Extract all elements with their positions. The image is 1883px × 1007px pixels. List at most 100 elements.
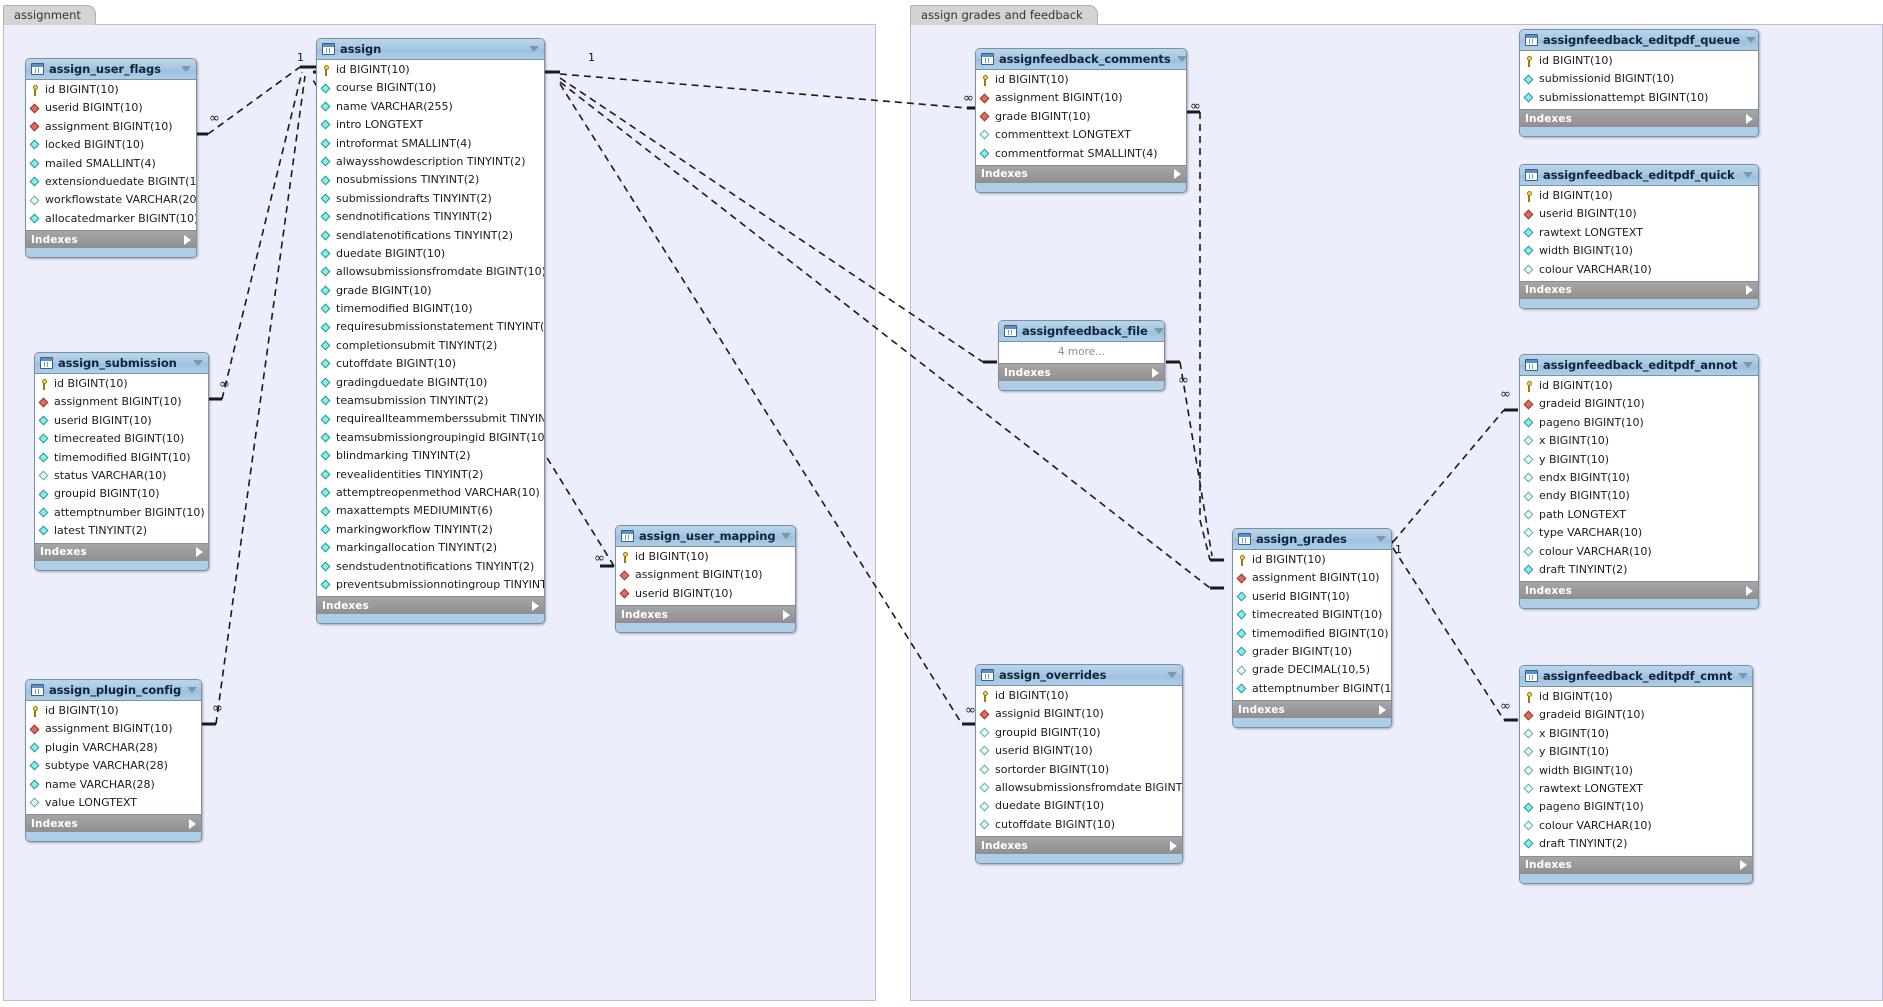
column-row[interactable]: assignment BIGINT(10) — [616, 566, 795, 584]
chevron-down-icon[interactable] — [181, 66, 191, 72]
collapsed-columns-label[interactable]: 4 more... — [999, 343, 1164, 361]
column-row[interactable]: id BIGINT(10) — [616, 548, 795, 566]
column-row[interactable]: draft TINYINT(2) — [1520, 835, 1752, 853]
column-row[interactable]: subtype VARCHAR(28) — [26, 757, 201, 775]
column-row[interactable]: requireallteammemberssubmit TINYINT(2) — [317, 410, 544, 428]
table-header[interactable]: assignfeedback_editpdf_queue — [1520, 30, 1758, 51]
indexes-row[interactable]: Indexes — [1520, 855, 1752, 874]
column-row[interactable]: assignment BIGINT(10) — [26, 720, 201, 738]
table-assignfeedback_editpdf_cmnt[interactable]: assignfeedback_editpdf_cmnt id BIGINT(10… — [1519, 665, 1753, 884]
column-row[interactable]: id BIGINT(10) — [1233, 551, 1391, 569]
column-row[interactable]: y BIGINT(10) — [1520, 743, 1752, 761]
column-row[interactable]: grader BIGINT(10) — [1233, 643, 1391, 661]
table-assign_user_mapping[interactable]: assign_user_mapping id BIGINT(10) assignm… — [615, 525, 796, 634]
column-row[interactable]: submissionid BIGINT(10) — [1520, 70, 1758, 88]
chevron-down-icon[interactable] — [781, 533, 792, 539]
column-row[interactable]: grade BIGINT(10) — [976, 108, 1186, 126]
column-row[interactable]: assignment BIGINT(10) — [35, 393, 208, 411]
column-row[interactable]: revealidentities TINYINT(2) — [317, 466, 544, 484]
column-row[interactable]: userid BIGINT(10) — [35, 412, 208, 430]
table-assignfeedback_file[interactable]: assignfeedback_file 4 more... Indexes — [998, 320, 1165, 391]
expand-arrow-icon[interactable] — [1740, 860, 1747, 871]
column-row[interactable]: assignid BIGINT(10) — [976, 705, 1182, 723]
column-row[interactable]: endx BIGINT(10) — [1520, 469, 1758, 487]
table-header[interactable]: assign_user_flags — [26, 59, 196, 80]
expand-arrow-icon[interactable] — [1170, 840, 1177, 851]
column-row[interactable]: id BIGINT(10) — [1520, 52, 1758, 70]
chevron-down-icon[interactable] — [529, 46, 539, 52]
column-row[interactable]: gradeid BIGINT(10) — [1520, 706, 1752, 724]
column-row[interactable]: gradeid BIGINT(10) — [1520, 395, 1758, 413]
column-row[interactable]: userid BIGINT(10) — [1520, 205, 1758, 223]
table-header[interactable]: assignfeedback_comments — [976, 49, 1186, 70]
column-row[interactable]: assignment BIGINT(10) — [26, 118, 196, 136]
column-row[interactable]: id BIGINT(10) — [26, 81, 196, 99]
table-assignfeedback_comments[interactable]: assignfeedback_comments id BIGINT(10) ass… — [975, 48, 1187, 193]
column-row[interactable]: name VARCHAR(255) — [317, 98, 544, 116]
column-row[interactable]: type VARCHAR(10) — [1520, 524, 1758, 542]
column-row[interactable]: id BIGINT(10) — [1520, 688, 1752, 706]
column-row[interactable]: attemptnumber BIGINT(10) — [35, 504, 208, 522]
column-row[interactable]: markingallocation TINYINT(2) — [317, 539, 544, 557]
column-row[interactable]: maxattempts MEDIUMINT(6) — [317, 502, 544, 520]
indexes-row[interactable]: Indexes — [35, 542, 208, 561]
column-row[interactable]: id BIGINT(10) — [976, 687, 1182, 705]
column-row[interactable]: id BIGINT(10) — [35, 375, 208, 393]
chevron-down-icon[interactable] — [1745, 37, 1756, 43]
indexes-row[interactable]: Indexes — [616, 605, 795, 624]
table-assignfeedback_editpdf_annot[interactable]: assignfeedback_editpdf_annot id BIGINT(1… — [1519, 354, 1759, 610]
column-row[interactable]: teamsubmission TINYINT(2) — [317, 392, 544, 410]
table-header[interactable]: assignfeedback_editpdf_quick — [1520, 165, 1758, 186]
indexes-row[interactable]: Indexes — [26, 230, 196, 249]
table-assign_grades[interactable]: assign_grades id BIGINT(10) assignment BI… — [1232, 528, 1392, 729]
column-row[interactable]: draft TINYINT(2) — [1520, 561, 1758, 579]
chevron-down-icon[interactable] — [1167, 672, 1177, 678]
table-header[interactable]: assignfeedback_editpdf_annot — [1520, 355, 1758, 376]
table-header[interactable]: assign — [317, 39, 544, 60]
table-assignfeedback_editpdf_quick[interactable]: assignfeedback_editpdf_quick id BIGINT(1… — [1519, 164, 1759, 309]
table-header[interactable]: assign_plugin_config — [26, 680, 201, 701]
column-row[interactable]: course BIGINT(10) — [317, 79, 544, 97]
table-assign_submission[interactable]: assign_submission id BIGINT(10) assignmen… — [34, 352, 209, 571]
table-header[interactable]: assignfeedback_editpdf_cmnt — [1520, 666, 1752, 687]
column-row[interactable]: allowsubmissionsfromdate BIGINT(10) — [317, 263, 544, 281]
table-header[interactable]: assign_submission — [35, 353, 208, 374]
indexes-row[interactable]: Indexes — [1233, 700, 1391, 719]
chevron-down-icon[interactable] — [187, 687, 198, 693]
column-row[interactable]: allowsubmissionsfromdate BIGINT(10) — [976, 779, 1182, 797]
table-assignfeedback_editpdf_queue[interactable]: assignfeedback_editpdf_queue id BIGINT(1… — [1519, 29, 1759, 138]
table-assign_user_flags[interactable]: assign_user_flags id BIGINT(10) userid BI… — [25, 58, 197, 259]
column-row[interactable]: sendlatenotifications TINYINT(2) — [317, 227, 544, 245]
column-row[interactable]: alwaysshowdescription TINYINT(2) — [317, 153, 544, 171]
column-row[interactable]: submissiondrafts TINYINT(2) — [317, 190, 544, 208]
column-row[interactable]: name VARCHAR(28) — [26, 776, 201, 794]
indexes-row[interactable]: Indexes — [1520, 280, 1758, 299]
column-row[interactable]: colour VARCHAR(10) — [1520, 817, 1752, 835]
column-row[interactable]: commenttext LONGTEXT — [976, 126, 1186, 144]
expand-arrow-icon[interactable] — [1152, 367, 1159, 378]
column-row[interactable]: pageno BIGINT(10) — [1520, 414, 1758, 432]
column-row[interactable]: requiresubmissionstatement TINYINT(2) — [317, 318, 544, 336]
column-row[interactable]: sortorder BIGINT(10) — [976, 761, 1182, 779]
column-row[interactable]: assignment BIGINT(10) — [1233, 569, 1391, 587]
column-row[interactable]: plugin VARCHAR(28) — [26, 739, 201, 757]
column-row[interactable]: locked BIGINT(10) — [26, 136, 196, 154]
column-row[interactable]: y BIGINT(10) — [1520, 451, 1758, 469]
column-row[interactable]: attemptnumber BIGINT(10) — [1233, 680, 1391, 698]
column-row[interactable]: mailed SMALLINT(4) — [26, 155, 196, 173]
column-row[interactable]: cutoffdate BIGINT(10) — [976, 816, 1182, 834]
indexes-row[interactable]: Indexes — [1520, 109, 1758, 128]
expand-arrow-icon[interactable] — [1379, 704, 1386, 715]
column-row[interactable]: endy BIGINT(10) — [1520, 487, 1758, 505]
expand-arrow-icon[interactable] — [1746, 285, 1753, 296]
column-row[interactable]: userid BIGINT(10) — [616, 585, 795, 603]
chevron-down-icon[interactable] — [1743, 172, 1753, 178]
column-row[interactable]: markingworkflow TINYINT(2) — [317, 521, 544, 539]
column-row[interactable]: extensionduedate BIGINT(10) — [26, 173, 196, 191]
column-row[interactable]: width BIGINT(10) — [1520, 762, 1752, 780]
chevron-down-icon[interactable] — [193, 360, 203, 366]
column-row[interactable]: groupid BIGINT(10) — [976, 724, 1182, 742]
column-row[interactable]: path LONGTEXT — [1520, 506, 1758, 524]
column-row[interactable]: userid BIGINT(10) — [976, 742, 1182, 760]
column-row[interactable]: id BIGINT(10) — [317, 61, 544, 79]
